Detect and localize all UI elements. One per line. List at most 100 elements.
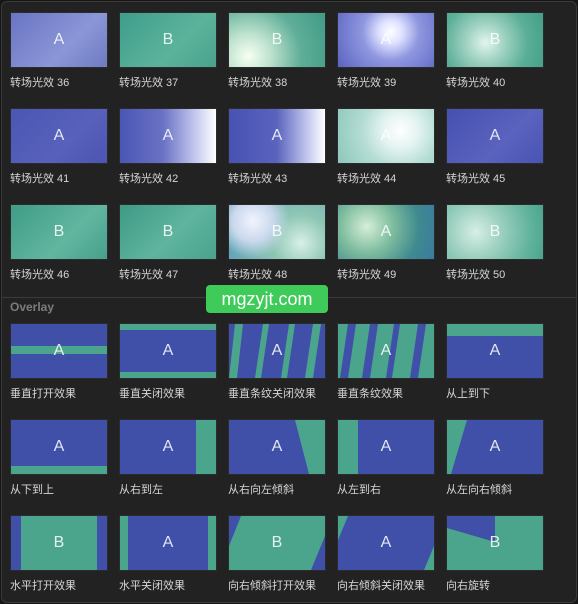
transition-thumbnail[interactable]: A <box>10 12 108 68</box>
transition-thumbnail[interactable]: B <box>446 12 544 68</box>
thumbnail-letter: A <box>380 127 392 144</box>
overlay-caption: 向右倾斜打开效果 <box>228 580 316 592</box>
transition-item[interactable]: B 转场光效 50 <box>446 204 544 282</box>
transition-item[interactable]: A 转场光效 42 <box>119 108 217 186</box>
transition-caption: 转场光效 45 <box>446 173 506 185</box>
overlay-caption: 垂直条纹关闭效果 <box>228 388 316 400</box>
overlay-item[interactable]: A 从下到上 <box>10 419 108 497</box>
transition-item[interactable]: B 转场光效 38 <box>228 12 326 90</box>
thumbnail-letter: A <box>489 342 501 359</box>
thumbnail-letter: A <box>162 127 174 144</box>
overlay-thumbnail[interactable]: A <box>446 323 544 379</box>
overlay-caption: 从右到左 <box>119 484 163 496</box>
overlay-item[interactable]: A 从上到下 <box>446 323 544 401</box>
overlay-item[interactable]: A 垂直打开效果 <box>10 323 108 401</box>
overlay-thumbnail[interactable]: A <box>337 323 435 379</box>
transition-item[interactable]: A 转场光效 43 <box>228 108 326 186</box>
transition-caption: 转场光效 49 <box>337 269 397 281</box>
overlay-item[interactable]: B 水平打开效果 <box>10 515 108 593</box>
overlay-caption: 从左向右倾斜 <box>446 484 512 496</box>
overlay-thumbnail[interactable]: A <box>119 419 217 475</box>
overlay-item[interactable]: A 从左向右倾斜 <box>446 419 544 497</box>
transition-thumbnail[interactable]: A <box>446 108 544 164</box>
transition-item[interactable]: B 转场光效 46 <box>10 204 108 282</box>
overlay-item[interactable]: A 垂直条纹关闭效果 <box>228 323 326 401</box>
transition-thumbnail[interactable]: A <box>337 204 435 260</box>
transition-item[interactable]: B 转场光效 37 <box>119 12 217 90</box>
overlay-item[interactable]: A 垂直条纹效果 <box>337 323 435 401</box>
transition-item[interactable]: B 转场光效 48 <box>228 204 326 282</box>
thumbnail-letter: B <box>271 223 283 240</box>
transition-item[interactable]: A 转场光效 44 <box>337 108 435 186</box>
thumbnail-letter: B <box>53 534 65 551</box>
thumbnail-letter: A <box>162 534 174 551</box>
overlay-thumbnail[interactable]: B <box>10 515 108 571</box>
overlay-caption: 向右旋转 <box>446 580 490 592</box>
transition-thumbnail[interactable]: B <box>10 204 108 260</box>
thumbnail-letter: A <box>489 438 501 455</box>
transition-thumbnail[interactable]: B <box>228 12 326 68</box>
overlay-item[interactable]: B 向右倾斜打开效果 <box>228 515 326 593</box>
transition-item[interactable]: A 转场光效 36 <box>10 12 108 90</box>
transition-thumbnail[interactable]: B <box>119 204 217 260</box>
thumbnail-letter: B <box>489 534 501 551</box>
transition-thumbnail[interactable]: B <box>228 204 326 260</box>
overlay-item[interactable]: A 从左到右 <box>337 419 435 497</box>
thumbnail-letter: B <box>53 223 65 240</box>
thumbnail-letter: A <box>53 342 65 359</box>
overlay-thumbnail[interactable]: A <box>337 515 435 571</box>
overlay-item[interactable]: A 垂直关闭效果 <box>119 323 217 401</box>
transition-thumbnail[interactable]: A <box>228 108 326 164</box>
overlay-thumbnail[interactable]: A <box>10 419 108 475</box>
transition-caption: 转场光效 47 <box>119 269 179 281</box>
overlay-caption: 水平打开效果 <box>10 580 76 592</box>
overlay-caption: 垂直关闭效果 <box>119 388 185 400</box>
thumbnail-letter: B <box>489 31 501 48</box>
overlay-item[interactable]: A 水平关闭效果 <box>119 515 217 593</box>
transition-caption: 转场光效 43 <box>228 173 288 185</box>
transition-item[interactable]: A 转场光效 45 <box>446 108 544 186</box>
thumbnail-letter: A <box>380 534 392 551</box>
overlay-item[interactable]: A 从右到左 <box>119 419 217 497</box>
thumbnail-letter: A <box>271 127 283 144</box>
thumbnail-letter: B <box>489 223 501 240</box>
overlay-thumbnail[interactable]: A <box>228 419 326 475</box>
transition-thumbnail[interactable]: A <box>337 108 435 164</box>
overlay-thumbnail[interactable]: B <box>446 515 544 571</box>
overlay-thumbnail[interactable]: A <box>228 323 326 379</box>
transition-caption: 转场光效 41 <box>10 173 70 185</box>
transition-thumbnail[interactable]: A <box>10 108 108 164</box>
transition-caption: 转场光效 36 <box>10 77 70 89</box>
overlay-caption: 水平关闭效果 <box>119 580 185 592</box>
transition-thumbnail[interactable]: B <box>119 12 217 68</box>
overlay-thumbnail[interactable]: A <box>446 419 544 475</box>
thumbnail-letter: B <box>271 31 283 48</box>
transition-caption: 转场光效 38 <box>228 77 288 89</box>
overlay-thumbnail[interactable]: B <box>228 515 326 571</box>
overlay-thumbnail[interactable]: A <box>119 515 217 571</box>
thumbnail-letter: A <box>162 438 174 455</box>
watermark-label: mgzyjt.com <box>206 285 328 313</box>
transition-item[interactable]: A 转场光效 39 <box>337 12 435 90</box>
transition-caption: 转场光效 37 <box>119 77 179 89</box>
overlay-item[interactable]: A 向右倾斜关闭效果 <box>337 515 435 593</box>
thumbnail-letter: B <box>162 223 174 240</box>
transition-item[interactable]: B 转场光效 47 <box>119 204 217 282</box>
overlay-item[interactable]: B 向右旋转 <box>446 515 544 593</box>
transition-item[interactable]: B 转场光效 40 <box>446 12 544 90</box>
overlay-thumbnail[interactable]: A <box>119 323 217 379</box>
transition-caption: 转场光效 40 <box>446 77 506 89</box>
transition-item[interactable]: A 转场光效 41 <box>10 108 108 186</box>
transition-thumbnail[interactable]: B <box>446 204 544 260</box>
overlay-caption: 垂直打开效果 <box>10 388 76 400</box>
overlay-thumbnail[interactable]: A <box>337 419 435 475</box>
transition-caption: 转场光效 44 <box>337 173 397 185</box>
transition-caption: 转场光效 50 <box>446 269 506 281</box>
thumbnail-letter: A <box>380 342 392 359</box>
overlay-thumbnail[interactable]: A <box>10 323 108 379</box>
transition-thumbnail[interactable]: A <box>119 108 217 164</box>
transition-thumbnail[interactable]: A <box>337 12 435 68</box>
transition-caption: 转场光效 39 <box>337 77 397 89</box>
overlay-item[interactable]: A 从右向左倾斜 <box>228 419 326 497</box>
transition-item[interactable]: A 转场光效 49 <box>337 204 435 282</box>
